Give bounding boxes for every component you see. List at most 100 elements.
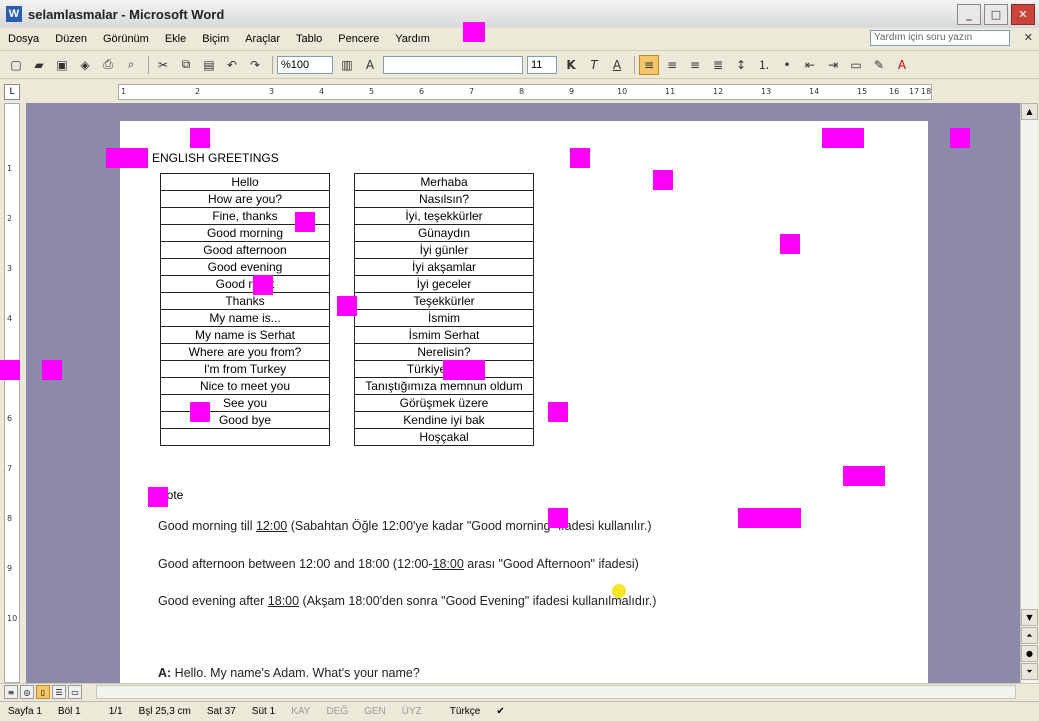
normal-view-icon[interactable]: ≡ [4,685,18,699]
numbering-icon[interactable]: ⒈ [754,55,774,75]
spelling-status-icon[interactable]: ✔ [488,706,512,717]
underline-button[interactable]: A [607,55,627,75]
copy-icon[interactable]: ⧉ [176,55,196,75]
menu-ekle[interactable]: Ekle [157,33,194,45]
table-cell-english[interactable]: Good bye [160,411,330,429]
table-cell-turkish[interactable]: Merhaba [354,173,534,191]
close-button[interactable]: ✕ [1011,4,1035,25]
menu-gorunum[interactable]: Görünüm [95,33,157,45]
table-cell-english[interactable]: Good evening [160,258,330,276]
table-cell-turkish[interactable]: Teşekkürler [354,292,534,310]
table-cell-turkish[interactable]: İsmim Serhat [354,326,534,344]
font-size-select[interactable]: 11 [527,55,557,74]
table-cell-turkish[interactable]: Tanıştığımıza memnun oldum [354,377,534,395]
table-cell-turkish[interactable]: İyi akşamlar [354,258,534,276]
table-cell-turkish[interactable]: İyi, teşekkürler [354,207,534,225]
zoom-select[interactable]: %100 [277,55,333,74]
menu-tablo[interactable]: Tablo [288,33,330,45]
table-cell-turkish[interactable]: Nerelisin? [354,343,534,361]
status-ovr[interactable]: ÜYZ [394,706,430,717]
dialog-line[interactable]: A: Hello. My name's Adam. What's your na… [158,666,420,680]
horizontal-scrollbar[interactable] [96,685,1016,699]
indent-icon[interactable]: ⇥ [823,55,843,75]
table-cell-turkish[interactable]: Hoşçakal [354,428,534,446]
paragraph-afternoon[interactable]: Good afternoon between 12:00 and 18:00 (… [158,557,639,571]
align-left-icon[interactable]: ≡ [639,54,659,75]
table-cell-english[interactable]: Good afternoon [160,241,330,259]
menu-bicim[interactable]: Biçim [194,33,237,45]
paste-icon[interactable]: ▤ [199,55,219,75]
read-mode-icon[interactable]: ▥ [337,55,357,75]
table-cell-english[interactable]: I'm from Turkey [160,360,330,378]
table-cell-english[interactable] [160,428,330,446]
table-cell-english[interactable]: Thanks [160,292,330,310]
print-preview-icon[interactable]: ⌕ [121,55,141,75]
table-cell-english[interactable]: Good night [160,275,330,293]
styles-icon[interactable]: A [360,55,380,75]
print-layout-icon[interactable]: ▯ [36,685,50,699]
print-icon[interactable]: ⎙ [98,55,118,75]
scroll-up-icon[interactable]: ▲ [1021,103,1038,120]
prev-page-icon[interactable]: ⏶ [1021,627,1038,644]
cut-icon[interactable]: ✂ [153,55,173,75]
menu-duzen[interactable]: Düzen [47,33,95,45]
reading-view-icon[interactable]: ▭ [68,685,82,699]
table-cell-turkish[interactable]: İsmim [354,309,534,327]
open-folder-icon[interactable]: ▰ [29,55,49,75]
status-ext[interactable]: GEN [356,706,394,717]
table-cell-turkish[interactable]: İyi geceler [354,275,534,293]
scroll-down-icon[interactable]: ▼ [1021,609,1038,626]
help-search-input[interactable]: Yardım için soru yazın [870,30,1010,46]
align-right-icon[interactable]: ≡ [685,55,705,75]
table-cell-english[interactable]: Where are you from? [160,343,330,361]
align-center-icon[interactable]: ≡ [662,55,682,75]
line-spacing-icon[interactable]: ↕ [731,55,751,75]
bold-button[interactable]: K [561,55,581,75]
justify-icon[interactable]: ≣ [708,55,728,75]
menu-dosya[interactable]: Dosya [0,33,47,45]
table-cell-english[interactable]: Nice to meet you [160,377,330,395]
menu-yardim[interactable]: Yardım [387,33,438,45]
horizontal-ruler[interactable]: 1 2 3 4 5 6 7 8 9 10 11 12 13 14 15 16 1… [118,84,932,100]
table-cell-english[interactable]: Hello [160,173,330,191]
next-page-icon[interactable]: ⏷ [1021,663,1038,680]
bullets-icon[interactable]: • [777,55,797,75]
font-color-icon[interactable]: A [892,55,912,75]
paragraph-evening[interactable]: Good evening after 18:00 (Akşam 18:00'de… [158,594,656,608]
web-view-icon[interactable]: ◎ [20,685,34,699]
document-page[interactable]: ENGLISH GREETINGS Hello Merhaba How are yo… [120,121,928,683]
browse-object-icon[interactable]: ● [1021,645,1038,662]
outdent-icon[interactable]: ⇤ [800,55,820,75]
document-area[interactable]: ENGLISH GREETINGS Hello Merhaba How are yo… [26,103,1020,683]
border-icon[interactable]: ▭ [846,55,866,75]
menu-araclar[interactable]: Araçlar [237,33,288,45]
maximize-button[interactable]: □ [984,4,1008,25]
status-trk[interactable]: DEĞ [318,706,356,717]
save-icon[interactable]: ▣ [52,55,72,75]
highlight-icon[interactable]: ✎ [869,55,889,75]
new-document-icon[interactable]: ▢ [6,55,26,75]
table-cell-turkish[interactable]: İyi günler [354,241,534,259]
table-cell-english[interactable]: My name is Serhat [160,326,330,344]
paragraph-morning[interactable]: Good morning till 12:00 (Sabahtan Öğle 1… [158,519,652,533]
undo-icon[interactable]: ↶ [222,55,242,75]
italic-button[interactable]: T [584,55,604,75]
table-cell-turkish[interactable]: Nasılsın? [354,190,534,208]
redo-icon[interactable]: ↷ [245,55,265,75]
outline-view-icon[interactable]: ☰ [52,685,66,699]
table-cell-turkish[interactable]: Kendine iyi bak [354,411,534,429]
table-cell-english[interactable]: See you [160,394,330,412]
font-name-select[interactable] [383,55,523,74]
close-document-icon[interactable]: ✕ [1024,31,1033,44]
status-rec[interactable]: KAY [283,706,318,717]
vertical-scrollbar[interactable]: ▲ ▼ ⏶ ● ⏷ [1020,103,1038,683]
table-cell-english[interactable]: My name is... [160,309,330,327]
table-cell-turkish[interactable]: Görüşmek üzere [354,394,534,412]
minimize-button[interactable]: _ [957,4,981,25]
vertical-ruler[interactable]: 1 2 3 4 5 6 7 8 9 10 [4,103,20,683]
tab-selector[interactable]: L [4,84,20,100]
table-cell-english[interactable]: How are you? [160,190,330,208]
pdf-icon[interactable]: ◈ [75,55,95,75]
menu-pencere[interactable]: Pencere [330,33,387,45]
table-cell-turkish[interactable]: Günaydın [354,224,534,242]
